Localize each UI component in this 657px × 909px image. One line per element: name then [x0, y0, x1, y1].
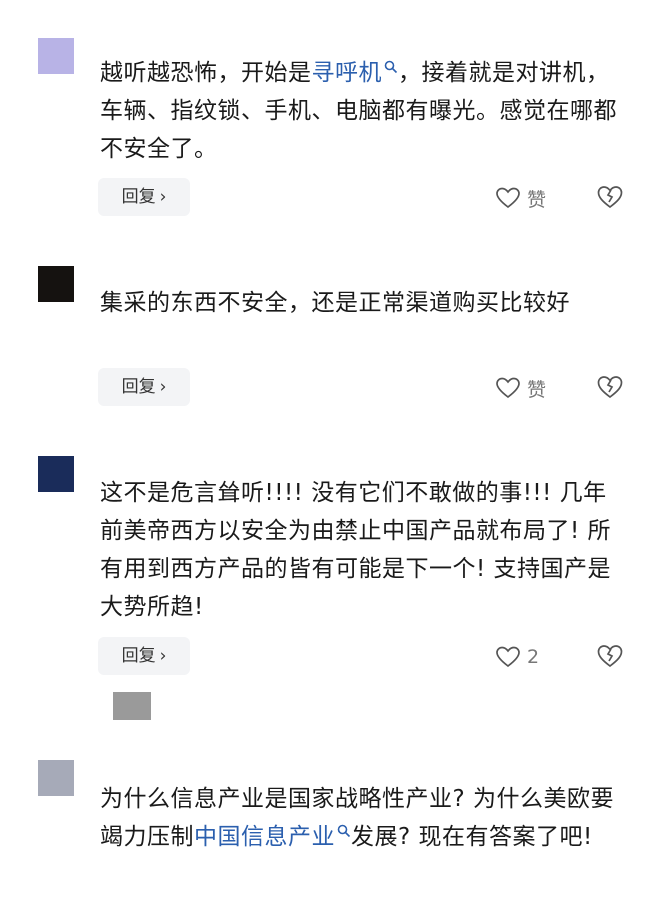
like-label: 赞	[527, 378, 547, 401]
like-button[interactable]: 2	[495, 643, 539, 671]
heart-outline-icon	[496, 377, 520, 399]
blurred-image	[113, 692, 151, 720]
avatar[interactable]	[38, 38, 74, 74]
avatar[interactable]	[38, 456, 74, 492]
keyword-link[interactable]: 中国信息产业	[194, 824, 351, 850]
chevron-right-icon: ›	[159, 187, 167, 207]
broken-heart-icon	[597, 645, 623, 668]
dislike-button[interactable]	[596, 643, 624, 673]
reply-button[interactable]: 回复 ›	[98, 368, 190, 406]
avatar[interactable]	[38, 760, 74, 796]
chevron-right-icon: ›	[159, 377, 167, 397]
search-icon	[384, 60, 398, 74]
comment-text: 集采的东西不安全，还是正常渠道购买比较好	[100, 290, 570, 316]
comment-text-part: 发展? 现在有答案了吧!	[351, 824, 593, 850]
chevron-right-icon: ›	[159, 646, 167, 666]
reply-button[interactable]: 回复 ›	[98, 178, 190, 216]
like-button[interactable]: 赞	[495, 374, 546, 402]
comment-text: 这不是危言耸听!!!! 没有它们不敢做的事!!! 几年前美帝西方以安全为由禁止中…	[100, 480, 612, 620]
avatar[interactable]	[38, 266, 74, 302]
comment-text: 为什么信息产业是国家战略性产业? 为什么美欧要竭力压制中国信息产业 发展? 现在有…	[100, 780, 630, 856]
broken-heart-icon	[597, 376, 623, 399]
comment-text: 越听越恐怖，开始是寻呼机 ，接着就是对讲机，车辆、指纹锁、手机、电脑都有曝光。感觉…	[100, 54, 630, 168]
comment-text-part: 越听越恐怖，开始是	[100, 60, 312, 86]
keyword-link[interactable]: 寻呼机	[312, 60, 399, 86]
like-count: 2	[527, 646, 540, 668]
like-label: 赞	[527, 188, 547, 211]
reply-button[interactable]: 回复 ›	[98, 637, 190, 675]
dislike-button[interactable]	[596, 374, 624, 404]
dislike-button[interactable]	[596, 184, 624, 214]
heart-outline-icon	[496, 187, 520, 209]
like-button[interactable]: 赞	[495, 184, 546, 212]
heart-outline-icon	[496, 646, 520, 668]
search-icon	[337, 824, 351, 838]
broken-heart-icon	[597, 186, 623, 209]
